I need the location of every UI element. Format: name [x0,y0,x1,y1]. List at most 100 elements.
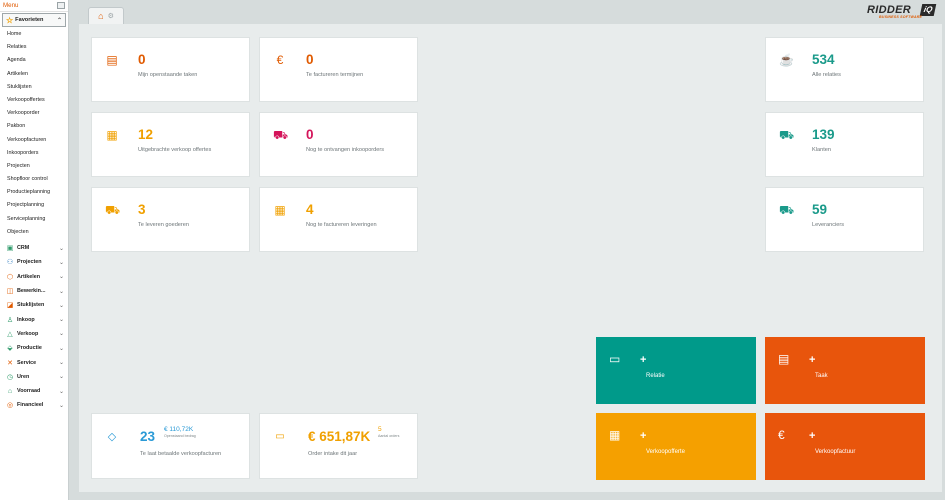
sidebar-group-3[interactable]: ◫ Bewerkin... ⌄ [0,284,68,298]
hours-icon: ◷ [6,373,14,381]
logo-mark: iQ [919,4,937,16]
sidebar-item-home[interactable]: Home [0,28,68,41]
sidebar-item-relaties[interactable]: Relaties [0,41,68,54]
card-suppliers[interactable]: ⛟ 59 Leveranciers [765,187,924,252]
tile-label: Verkoopfactuur [815,449,856,455]
home-icon: ⌂ [98,11,104,21]
card-all-relations[interactable]: ☕ 534 Alle relaties [765,37,924,102]
sales-icon: △ [7,330,13,338]
intake-amount: € 651,87K [308,429,371,444]
tile-new-relation[interactable]: ▭ + Relatie [596,337,756,404]
clipboard-icon: ▤ [106,53,118,67]
overdue-label: Te laat betaalde verkoopfacturen [140,451,222,457]
plus-icon: + [640,354,647,366]
calculator-icon: ▦ [274,203,286,217]
sidebar-item-stuklijsten[interactable]: Stuklijsten [0,81,68,94]
sidebar-item-productieplanning[interactable]: Productieplanning [0,186,68,199]
card-label: Te leveren goederen [138,222,190,228]
sidebar-group-label: Uren [17,373,30,380]
module-groups: ▣ CRM ⌄ ⚇ Projecten ⌄ ⬡ Artikelen ⌄ ◫ Bewerkin... ⌄… [0,241,68,413]
card-open-tasks[interactable]: ▤ 0 Mijn openstaande taken [91,37,250,102]
warning-diamond-icon: ◇ [107,431,117,443]
card-label: Uitgebrachte verkoop offertes [138,147,212,153]
sidebar-group-label: Financieel [17,402,44,409]
pin-icon[interactable] [57,2,65,9]
sidebar-group-label: Artikelen [17,273,41,280]
tab-home[interactable]: ⌂ ⚙ [88,7,124,24]
sidebar-group-2[interactable]: ⬡ Artikelen ⌄ [0,270,68,284]
card-value: 0 [306,127,314,142]
card-quotes[interactable]: ▦ 12 Uitgebrachte verkoop offertes [91,112,250,177]
gear-icon[interactable]: ⚙ [108,12,114,20]
sidebar-item-projecten[interactable]: Projecten [0,160,68,173]
card-invoice-terms[interactable]: €0 Te factureren termijnen [259,37,418,102]
sidebar-group-label: Projecten [17,259,42,266]
sidebar-group-9[interactable]: ◷ Uren ⌄ [0,370,68,384]
sidebar-item-agenda[interactable]: Agenda [0,54,68,67]
card-label: Mijn openstaande taken [138,72,198,78]
contact-card-icon: ▭ [609,352,621,366]
sidebar-group-1[interactable]: ⚇ Projecten ⌄ [0,255,68,269]
card-label: Alle relaties [812,72,841,78]
cash-icon: ▭ [275,431,285,442]
card-purchase-orders[interactable]: ⛟ 0 Nog te ontvangen inkooporders [259,112,418,177]
sidebar-item-serviceplanning[interactable]: Serviceplanning [0,213,68,226]
card-label: Klanten [812,147,831,153]
plus-icon: + [640,430,647,442]
chevron-up-icon: ⌃ [56,17,62,24]
tile-new-quote[interactable]: ▦ + Verkoopofferte [596,413,756,480]
cart-icon: ⛟ [779,203,795,217]
card-value: 139 [812,127,835,142]
chevron-down-icon: ⌄ [58,388,64,395]
tile-new-task[interactable]: ▤ + Taak [765,337,925,404]
euro-icon: € [276,53,284,67]
sidebar-group-10[interactable]: ⌂ Voorraad ⌄ [0,384,68,398]
sidebar-item-shopfloor-control[interactable]: Shopfloor control [0,173,68,186]
sidebar: Menu ☆ Favorieten ⌃ Home Relaties Agenda Ar… [0,0,69,500]
sidebar-group-7[interactable]: ⬙ Productie ⌄ [0,341,68,355]
sidebar-item-verkoopoffertes[interactable]: Verkoopoffertes [0,94,68,107]
card-deliver-goods[interactable]: ⛟ 3 Te leveren goederen [91,187,250,252]
sidebar-group-label: Inkoop [17,316,35,323]
menu-label: Menu [3,2,19,9]
sidebar-item-verkooporder[interactable]: Verkooporder [0,107,68,120]
sidebar-group-0[interactable]: ▣ CRM ⌄ [0,241,68,255]
edit-icon: ◫ [6,288,14,296]
card-value: 0 [138,52,146,67]
sidebar-item-artikelen[interactable]: Artikelen [0,68,68,81]
card-invoice-deliveries[interactable]: ▦ 4 Nog te factureren leveringen [259,187,418,252]
finance-icon: ◎ [6,402,14,410]
sidebar-group-label: Bewerkin... [17,288,46,295]
intake-orders: 5 [378,426,382,433]
intake-orders-label: Aantal orders [378,434,400,438]
sidebar-group-4[interactable]: ◪ Stuklijsten ⌄ [0,298,68,312]
tile-new-invoice[interactable]: € + Verkoopfactuur [765,413,925,480]
chevron-down-icon: ⌄ [58,360,64,367]
card-label: Leveranciers [812,222,845,228]
chevron-down-icon: ⌄ [58,302,64,309]
tile-label: Taak [815,373,828,379]
sidebar-group-8[interactable]: ✕ Service ⌄ [0,355,68,369]
chevron-down-icon: ⌄ [58,317,64,324]
card-customers[interactable]: ⛟ 139 Klanten [765,112,924,177]
sidebar-item-projectplanning[interactable]: Projectplanning [0,199,68,212]
sidebar-item-inkooporders[interactable]: Inkooporders [0,147,68,160]
sidebar-group-11[interactable]: ◎ Financieel ⌄ [0,398,68,412]
sidebar-item-pakbon[interactable]: Pakbon [0,120,68,133]
card-value: 59 [812,202,828,217]
favorites-header[interactable]: ☆ Favorieten ⌃ [2,13,66,27]
projects-icon: ⚇ [6,259,14,267]
kpi-overdue-invoices[interactable]: ◇ 23 € 110,72K Openstaand bedrag Te laat… [91,413,250,479]
chevron-down-icon: ⌄ [58,402,64,409]
chevron-down-icon: ⌄ [58,331,64,338]
logo-subtitle: BUSINESS SOFTWARE [879,15,923,19]
kpi-order-intake[interactable]: ▭ € 651,87K 5 Aantal orders Order intake… [259,413,418,479]
chevron-down-icon: ⌄ [58,245,64,252]
sidebar-item-objecten[interactable]: Objecten [0,226,68,239]
sidebar-group-6[interactable]: △ Verkoop ⌄ [0,327,68,341]
card-value: 0 [306,52,314,67]
chevron-down-icon: ⌄ [58,259,64,266]
menu-header: Menu [0,0,68,12]
sidebar-group-5[interactable]: ♙ Inkoop ⌄ [0,312,68,326]
sidebar-item-verkoopfacturen[interactable]: Verkoopfacturen [0,134,68,147]
